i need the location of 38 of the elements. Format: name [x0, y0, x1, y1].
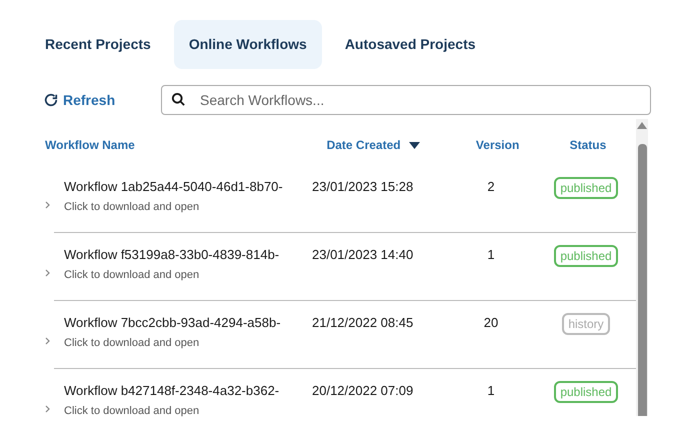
column-header[interactable]: Date Created: [326, 136, 401, 154]
status-badge: published: [554, 381, 618, 403]
tab[interactable]: Recent Projects: [30, 20, 166, 69]
workflow-hint: Click to download and open: [64, 404, 200, 418]
search-icon: [171, 92, 186, 107]
chevron-right-icon: [45, 269, 50, 277]
scrollbar-thumb[interactable]: [638, 144, 646, 416]
status-badge: history: [562, 313, 610, 335]
tab[interactable]: Online Workflows: [174, 20, 322, 69]
tab[interactable]: Autosaved Projects: [330, 20, 491, 69]
workflow-hint: Click to download and open: [64, 336, 200, 350]
date-created: 21/12/2022 08:45: [312, 314, 414, 332]
workflow-hint: Click to download and open: [64, 268, 200, 282]
column-header[interactable]: Workflow Name: [45, 136, 135, 154]
version-number: 20: [482, 314, 500, 332]
workflow-name[interactable]: Workflow 7bcc2cbb-93ad-4294-a58b-: [64, 313, 312, 332]
scroll-up-arrow-icon[interactable]: [637, 121, 647, 129]
date-created: 23/01/2023 14:40: [312, 246, 414, 264]
status-badge: published: [554, 245, 618, 267]
workflow-name[interactable]: Workflow f53199a8-33b0-4839-814b-: [64, 245, 312, 264]
workflow-hint: Click to download and open: [64, 200, 200, 214]
workflow-name[interactable]: Workflow 1ab25a44-5040-46d1-8b70-: [64, 177, 312, 196]
date-created: 20/12/2022 07:09: [312, 382, 414, 400]
refresh-button[interactable]: Refresh: [44, 90, 161, 110]
search-field[interactable]: Search Workflows...: [161, 85, 651, 115]
version-number: 1: [486, 382, 496, 400]
date-created: 23/01/2023 15:28: [312, 178, 414, 196]
scrollbar[interactable]: [636, 119, 648, 416]
column-header[interactable]: Version: [476, 136, 520, 154]
refresh-icon: [44, 93, 58, 107]
version-number: 2: [486, 178, 496, 196]
workflow-name[interactable]: Workflow b427148f-2348-4a32-b362-: [64, 381, 312, 400]
chevron-right-icon: [45, 337, 50, 345]
column-header[interactable]: Status: [570, 136, 606, 154]
chevron-right-icon: [45, 201, 50, 209]
chevron-right-icon: [45, 405, 50, 413]
status-badge: published: [554, 177, 618, 199]
version-number: 1: [486, 246, 496, 264]
